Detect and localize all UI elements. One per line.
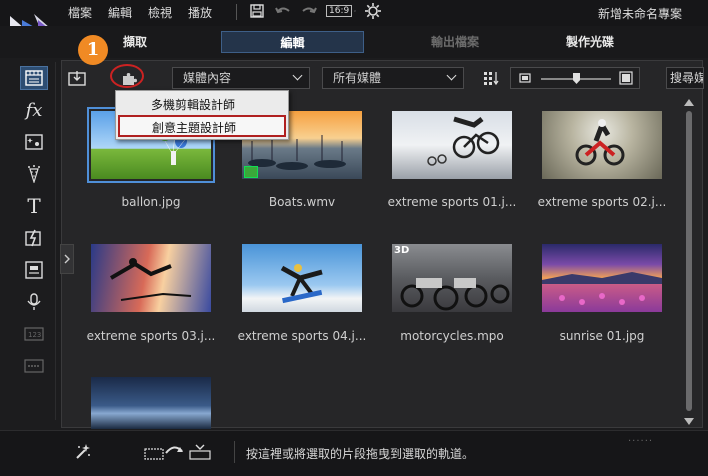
media-thumb-partial[interactable]	[91, 377, 211, 429]
chevron-down-icon	[292, 70, 303, 81]
particle-room-icon[interactable]	[20, 162, 48, 186]
scroll-thumb[interactable]	[686, 111, 692, 411]
chapter-room-icon[interactable]: 123	[20, 322, 48, 346]
aspect-ratio-label: 16:9	[326, 5, 353, 17]
menu-edit[interactable]: 編輯	[108, 4, 132, 21]
media-thumb-sunrise[interactable]	[542, 244, 662, 312]
resize-grip[interactable]: ......	[628, 433, 653, 444]
title-bar: 檔案 編輯 檢視 播放 16:9 新增未命名專案	[0, 0, 708, 26]
tab-output[interactable]: 輸出檔案	[395, 31, 515, 53]
search-input[interactable]: 搜尋媒	[666, 67, 704, 89]
media-thumb-extreme-02[interactable]	[542, 111, 662, 179]
media-label: sunrise 01.jpg	[559, 329, 645, 343]
settings-icon[interactable]	[364, 2, 382, 20]
media-filter-value: 媒體內容	[183, 71, 232, 85]
media-room-icon[interactable]	[20, 66, 48, 90]
title-room-icon[interactable]: T	[20, 194, 48, 218]
scroll-down-icon[interactable]	[684, 418, 694, 425]
media-thumb-extreme-01[interactable]	[392, 111, 512, 179]
chevron-down-icon	[446, 70, 457, 81]
menu-item-theme-designer[interactable]: 創意主題設計師	[118, 115, 286, 137]
media-type-select[interactable]: 所有媒體	[322, 67, 464, 89]
subtitle-track-icon[interactable]	[20, 354, 48, 378]
highlight-circle	[110, 64, 144, 88]
chevron-right-icon	[64, 254, 70, 264]
undo-icon[interactable]	[274, 2, 292, 20]
menu-item-multicam[interactable]: 多機剪輯設計師	[116, 94, 288, 116]
menu-file[interactable]: 檔案	[68, 4, 92, 21]
menu-view[interactable]: 檢視	[148, 4, 172, 21]
voice-over-icon[interactable]	[20, 290, 48, 314]
redo-icon[interactable]	[300, 2, 318, 20]
media-thumb-motorcycles[interactable]: 3D	[392, 244, 512, 312]
large-thumb-icon	[619, 71, 633, 85]
small-thumb-icon	[519, 73, 531, 83]
media-label: ballon.jpg	[121, 195, 181, 209]
media-label: Boats.wmv	[268, 195, 336, 209]
media-label: motorcycles.mpo	[400, 329, 504, 343]
magic-wand-icon[interactable]	[74, 443, 92, 461]
drag-hint-text: 按這裡或將選取的片段拖曳到選取的軌道。	[246, 447, 475, 461]
thumbnail-zoom	[510, 67, 640, 89]
subtitle-room-icon[interactable]	[20, 258, 48, 282]
transition-room-icon[interactable]	[20, 226, 48, 250]
media-thumb-extreme-04[interactable]	[242, 244, 362, 312]
save-icon[interactable]	[248, 2, 266, 20]
media-type-value: 所有媒體	[333, 71, 382, 85]
svg-text:123: 123	[28, 331, 41, 339]
insert-to-track-icon[interactable]	[144, 443, 212, 461]
media-thumb-extreme-03[interactable]	[91, 244, 211, 312]
fx-room-icon[interactable]: fx	[20, 98, 48, 122]
zoom-slider-handle[interactable]	[573, 73, 580, 84]
quick-actions: 16:9	[248, 2, 382, 20]
tab-capture[interactable]: 擷取	[100, 31, 170, 53]
expand-panel-button[interactable]	[60, 244, 74, 274]
media-label: extreme sports 04.j...	[237, 329, 367, 343]
toolbar-divider	[234, 441, 235, 463]
media-label: extreme sports 02.j...	[537, 195, 667, 209]
menu-bar: 檔案 編輯 檢視 播放	[68, 4, 212, 21]
plugins-menu: 多機剪輯設計師 創意主題設計師	[115, 90, 289, 140]
tab-disc[interactable]: 製作光碟	[540, 31, 640, 53]
pip-room-icon[interactable]	[20, 130, 48, 154]
video-file-icon	[244, 166, 258, 178]
sort-button[interactable]	[480, 67, 502, 89]
search-placeholder: 搜尋媒	[670, 71, 704, 85]
aspect-ratio-icon[interactable]: 16:9	[326, 2, 356, 20]
tab-edit[interactable]: 編輯	[221, 31, 364, 53]
timeline-toolbar: ...... 按這裡或將選取的片段拖曳到選取的軌道。	[0, 430, 708, 476]
step-callout: 1	[78, 35, 108, 65]
media-label: extreme sports 01.j...	[387, 195, 517, 209]
scroll-up-icon[interactable]	[684, 99, 694, 106]
room-rail: fx T 123	[12, 62, 56, 420]
project-name: 新增未命名專案	[597, 7, 682, 21]
menu-play[interactable]: 播放	[188, 4, 212, 21]
3d-badge: 3D	[394, 245, 410, 256]
toolbar-divider	[236, 4, 237, 20]
library-scrollbar[interactable]	[682, 97, 696, 427]
media-label: extreme sports 03.j...	[86, 329, 216, 343]
import-media-button[interactable]	[66, 67, 88, 89]
media-filter-select[interactable]: 媒體內容	[172, 67, 310, 89]
